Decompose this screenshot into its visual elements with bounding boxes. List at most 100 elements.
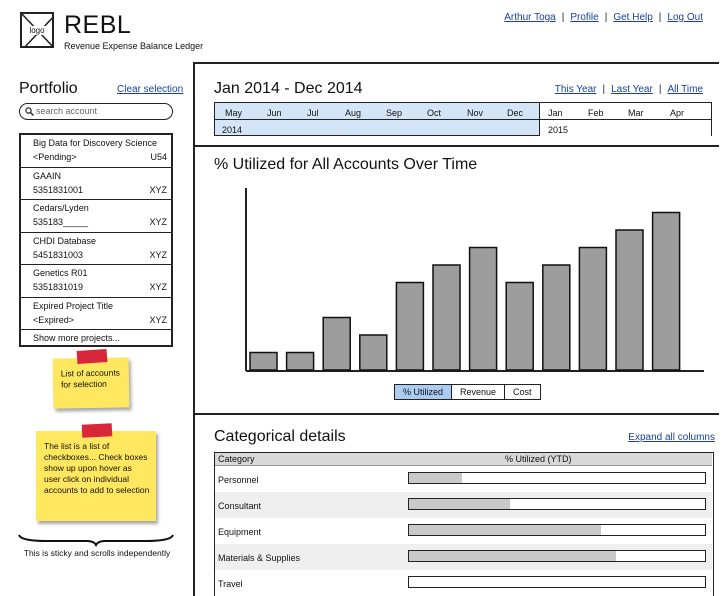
log-out-link[interactable]: Log Out <box>667 12 703 23</box>
date-range-title: Jan 2014 - Dec 2014 <box>214 80 363 97</box>
month-label: Sep <box>386 108 403 118</box>
separator: | <box>602 84 606 95</box>
account-name: Cedars/Lyden <box>33 203 89 213</box>
tape <box>81 423 113 438</box>
chart-bar <box>359 334 388 371</box>
get-help-link[interactable]: Get Help <box>613 12 652 23</box>
separator: | <box>604 12 608 23</box>
utilization-bar <box>408 550 706 562</box>
timeline-slider[interactable]: May Jun Jul Aug Sep Oct Nov Dec 2014 Jan… <box>214 102 712 136</box>
table-row[interactable]: Equipment <box>215 518 712 544</box>
divider <box>193 62 719 64</box>
chart-bar <box>285 351 315 371</box>
table-row[interactable]: Personnel <box>215 466 712 492</box>
profile-link[interactable]: Profile <box>570 12 598 23</box>
chart-bar <box>505 281 534 371</box>
account-number: 5451831003 <box>33 249 84 260</box>
month-label: Dec <box>507 108 524 118</box>
month-label: Nov <box>467 108 484 118</box>
separator: | <box>658 12 662 23</box>
user-name-link[interactable]: Arthur Toga <box>504 12 556 23</box>
tab-revenue[interactable]: Revenue <box>452 385 506 399</box>
account-item-cedars[interactable]: Cedars/Lyden 535183_____ XYZ <box>21 200 171 233</box>
logo-text: logo <box>27 26 47 35</box>
account-name: CHDI Database <box>33 235 97 246</box>
month-label: Jun <box>267 108 282 118</box>
account-name: Big Data for Discovery Science <box>33 138 158 148</box>
month-label: Mar <box>628 108 644 118</box>
app-subtitle: Revenue Expense Balance Ledger <box>64 41 204 51</box>
category-label: Consultant <box>218 501 262 511</box>
month-label: Aug <box>345 108 362 118</box>
user-links: Arthur Toga | Profile | Get Help | Log O… <box>504 12 703 23</box>
account-list: Big Data for Discovery Science <Pending>… <box>19 133 173 347</box>
utilization-bar <box>408 576 706 588</box>
account-tag: XYZ <box>149 314 167 325</box>
chart-tabs: % Utilized Revenue Cost <box>394 384 541 400</box>
clear-selection-link[interactable]: Clear selection <box>117 84 183 95</box>
utilization-fill <box>409 473 463 483</box>
account-item-expired[interactable]: Expired Project Title <Expired> XYZ <box>21 298 171 330</box>
account-tag: U54 <box>150 152 167 162</box>
utilization-fill <box>409 525 602 535</box>
account-tag: XYZ <box>149 184 167 195</box>
table-header: Category % Utilized (YTD) <box>215 453 712 466</box>
account-name: Genetics R01 <box>33 268 88 278</box>
account-tag: XYZ <box>149 282 167 292</box>
account-item-chdi[interactable]: CHDI Database 5451831003 XYZ <box>21 233 171 265</box>
category-label: Equipment <box>218 527 262 537</box>
month-label: Oct <box>427 108 442 118</box>
search-icon <box>25 107 34 116</box>
range-links: This Year | Last Year | All Time <box>555 84 703 95</box>
sticky-note: List of accounts for selection <box>52 357 130 409</box>
search-input[interactable] <box>36 105 166 117</box>
separator: | <box>658 84 662 95</box>
year-label: 2014 <box>222 125 243 135</box>
chart-bar <box>615 229 644 371</box>
utilization-bar <box>408 498 706 510</box>
account-number: 535183_____ <box>33 217 89 227</box>
account-tag: XYZ <box>149 217 167 227</box>
table-row[interactable]: Consultant <box>215 492 712 518</box>
utilization-chart <box>245 188 704 372</box>
category-label: Travel <box>218 579 243 589</box>
expand-all-link[interactable]: Expand all columns <box>628 432 715 443</box>
chart-bar <box>651 211 681 371</box>
table-row[interactable]: Materials & Supplies <box>215 544 712 570</box>
show-more-link[interactable]: Show more projects... <box>21 330 171 343</box>
tape <box>76 348 108 365</box>
month-label: Jul <box>307 108 319 118</box>
account-number: <Pending> <box>33 152 77 162</box>
chart-bar <box>542 264 571 371</box>
sidebar-divider <box>193 62 195 596</box>
this-year-link[interactable]: This Year <box>555 84 597 95</box>
table-row[interactable]: Travel <box>215 570 712 596</box>
tab-cost[interactable]: Cost <box>505 385 540 399</box>
category-table: Category % Utilized (YTD) Personnel Cons… <box>214 452 714 596</box>
account-number: 5351831001 <box>33 184 84 195</box>
category-label: Materials & Supplies <box>218 553 301 563</box>
month-label: May <box>225 108 243 118</box>
account-number: 5351831019 <box>33 282 84 292</box>
sidebar-note: This is sticky and scrolls independently <box>23 548 171 558</box>
search-box[interactable] <box>19 103 173 120</box>
brace-icon <box>18 534 174 547</box>
chart-bar <box>249 351 278 371</box>
account-item-big-data[interactable]: Big Data for Discovery Science <Pending>… <box>21 135 171 168</box>
chart-bar <box>432 264 461 371</box>
month-label: Feb <box>588 108 604 118</box>
all-time-link[interactable]: All Time <box>667 84 703 95</box>
account-item-gaain[interactable]: GAAIN 5351831001 XYZ <box>21 168 171 200</box>
year-label: 2015 <box>548 125 569 135</box>
chart-bars <box>249 211 681 371</box>
account-item-genetics[interactable]: Genetics R01 5351831019 XYZ <box>21 265 171 298</box>
chart-bar <box>578 246 608 371</box>
app-title: REBL <box>64 11 132 39</box>
utilization-fill <box>409 551 617 561</box>
column-header-category: Category <box>218 454 255 464</box>
chart-title: % Utilized for All Accounts Over Time <box>214 156 478 173</box>
logo: logo <box>20 12 54 48</box>
tab-utilized[interactable]: % Utilized <box>395 385 453 399</box>
timeline-divider <box>214 119 712 120</box>
last-year-link[interactable]: Last Year <box>611 84 653 95</box>
